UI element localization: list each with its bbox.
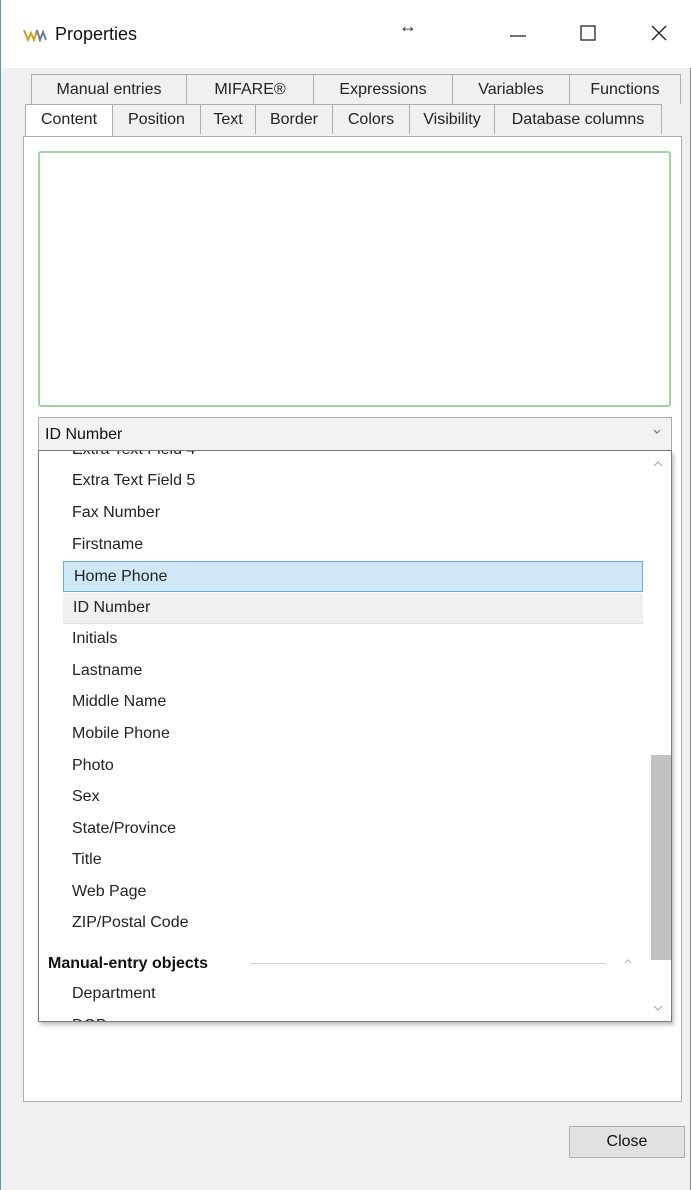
list-item[interactable]: DOB	[62, 1011, 642, 1021]
list-item[interactable]: ZIP/Postal Code	[62, 908, 642, 939]
chevron-up-icon[interactable]	[623, 956, 633, 966]
app-logo-icon	[23, 29, 47, 42]
title-bar: Properties ↔	[1, 0, 691, 68]
combobox-dropdown-list[interactable]: Extra Text Field 4 Extra Text Field 5 Fa…	[38, 450, 672, 1022]
list-item-selected[interactable]: ID Number	[63, 593, 643, 624]
list-item[interactable]: Mobile Phone	[62, 719, 642, 750]
list-item[interactable]: Fax Number	[62, 498, 642, 529]
group-divider	[251, 963, 606, 964]
scrollbar-thumb[interactable]	[651, 755, 671, 960]
tab-border[interactable]: Border	[255, 104, 333, 134]
list-item[interactable]: Department	[62, 979, 642, 1010]
minimize-icon	[510, 35, 526, 37]
list-item[interactable]: Firstname	[62, 530, 642, 561]
maximize-button[interactable]	[565, 14, 611, 52]
scroll-down-arrow-icon[interactable]	[652, 1003, 664, 1013]
maximize-icon	[580, 25, 596, 41]
window-title: Properties	[55, 24, 138, 44]
tab-text[interactable]: Text	[200, 104, 256, 134]
properties-window: Properties ↔ Manual entries MIFARE® Expr…	[0, 0, 691, 1190]
list-item[interactable]: Web Page	[62, 877, 642, 908]
tab-variables[interactable]: Variables	[452, 74, 570, 104]
tab-manual-entries[interactable]: Manual entries	[31, 74, 187, 104]
list-item[interactable]: Sex	[62, 782, 642, 813]
list-item[interactable]: Initials	[62, 624, 642, 655]
content-editor[interactable]	[38, 151, 671, 407]
list-item[interactable]: Extra Text Field 5	[62, 466, 642, 497]
scroll-up-arrow-icon[interactable]	[652, 459, 664, 469]
tab-expressions[interactable]: Expressions	[313, 74, 453, 104]
tab-position[interactable]: Position	[112, 104, 201, 134]
tab-database-columns[interactable]: Database columns	[494, 104, 662, 134]
combobox-value: ID Number	[45, 426, 123, 443]
close-icon	[651, 25, 667, 41]
content-tab-panel: ID Number Extra Text Field 4 Extra Text …	[23, 136, 682, 1102]
list-item-highlighted[interactable]: Home Phone	[63, 561, 643, 592]
list-item[interactable]: State/Province	[62, 814, 642, 845]
tab-visibility[interactable]: Visibility	[409, 104, 495, 134]
group-header-manual-entry: Manual-entry objects	[48, 955, 209, 972]
tab-row-1: Manual entries MIFARE® Expressions Varia…	[31, 74, 681, 104]
close-window-button[interactable]	[636, 14, 682, 52]
list-item[interactable]: Title	[62, 845, 642, 876]
tab-mifare[interactable]: MIFARE®	[186, 74, 314, 104]
list-item[interactable]: Extra Text Field 4	[62, 451, 642, 466]
resize-arrow-icon: ↔	[399, 16, 417, 36]
chevron-down-icon	[653, 429, 661, 434]
vertical-scrollbar[interactable]	[645, 451, 671, 1021]
list-item[interactable]: Middle Name	[62, 687, 642, 718]
list-item[interactable]: Photo	[62, 751, 642, 782]
tab-colors[interactable]: Colors	[332, 104, 410, 134]
tab-row-2: Content Position Text Border Colors Visi…	[25, 104, 662, 136]
minimize-button[interactable]	[495, 14, 541, 52]
tab-content[interactable]: Content	[25, 104, 113, 136]
field-combobox[interactable]: ID Number	[38, 417, 672, 451]
close-button[interactable]: Close	[569, 1126, 685, 1158]
list-item[interactable]: Lastname	[62, 656, 642, 687]
tab-functions[interactable]: Functions	[569, 74, 681, 104]
